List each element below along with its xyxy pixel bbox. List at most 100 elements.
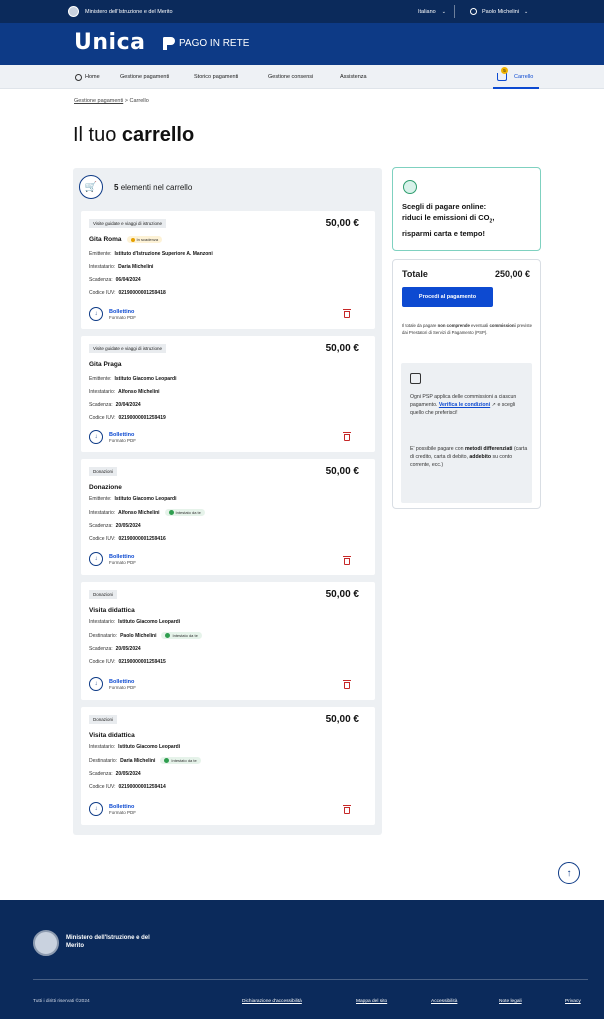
item-holder: Intestatario: Alfonso Michelini Intestato …: [89, 509, 205, 516]
item-amount: 50,00 €: [325, 589, 359, 600]
item-due-date: Scadenza: 06/04/2024: [89, 277, 141, 283]
total-label: Totale: [402, 269, 428, 279]
category-tag: Donazioni: [89, 467, 118, 476]
footer-link-mappa[interactable]: Mappa del sito: [356, 999, 387, 1004]
download-bollettino[interactable]: ↓ Bollettino Formato PDF: [89, 552, 136, 566]
ministry-name: Ministero dell'Istruzione e del Merito: [85, 8, 173, 15]
item-iuv: Codice IUV: 02190000001259414: [89, 784, 166, 790]
owner-badge: Intestato da te: [164, 509, 205, 516]
field-value: 02190000001259418: [118, 290, 166, 296]
footer-link-accessibilita[interactable]: Accessibilità: [431, 999, 457, 1004]
owner-badge: Intestato da te: [161, 632, 202, 639]
footer-link-note-legali[interactable]: Note legali: [499, 999, 522, 1004]
eco-promo-box: Scegli di pagare online: riduci le emiss…: [392, 167, 541, 251]
arrow-up-icon: ↑: [566, 867, 572, 879]
page-title: Il tuo carrello: [73, 124, 194, 147]
field-value: Istituto Giacomo Leopardi: [114, 376, 177, 382]
nav-gestione-consensi[interactable]: Gestione consensi: [268, 65, 313, 89]
item-amount: 50,00 €: [325, 218, 359, 229]
field-label: Codice IUV:: [89, 415, 116, 421]
download-title: Bollettino: [109, 678, 135, 685]
trash-icon[interactable]: [343, 680, 351, 689]
field-value: 20/05/2024: [115, 646, 141, 652]
download-bollettino[interactable]: ↓ Bollettino Formato PDF: [89, 677, 136, 691]
download-bollettino[interactable]: ↓ Bollettino Formato PDF: [89, 430, 136, 444]
footer-link-privacy[interactable]: Privacy: [565, 999, 581, 1004]
item-name-text: Gita Praga: [89, 361, 122, 368]
field-label: Codice IUV:: [89, 290, 116, 296]
promo-line-3: risparmi carta e tempo!: [402, 228, 485, 238]
field-label: Intestatario:: [89, 619, 116, 625]
nav-storico-pagamenti[interactable]: Storico pagamenti: [194, 65, 238, 89]
field-value: 02190000001259419: [118, 415, 166, 421]
methods-text: metodi differenziati: [464, 446, 513, 452]
note-part: eventuali: [471, 323, 489, 328]
user-menu[interactable]: Paolo Michelini ⌄: [470, 0, 528, 23]
field-label: Scadenza:: [89, 771, 113, 777]
language-label: Italiano: [418, 8, 436, 15]
note-part: Il totale da pagare: [402, 323, 437, 328]
breadcrumb-gestione-pagamenti[interactable]: Gestione pagamenti: [74, 98, 123, 104]
nav-home[interactable]: Home: [75, 65, 100, 89]
footer-divider: [33, 979, 588, 980]
page-title-light: Il tuo: [73, 124, 117, 146]
item-name: Gita Roma In scadenza: [89, 236, 163, 243]
divider: [454, 5, 455, 18]
nav-home-label: Home: [85, 74, 100, 80]
nav-gestione-pagamenti[interactable]: Gestione pagamenti: [120, 65, 169, 89]
nav-assistenza[interactable]: Assistenza: [340, 65, 367, 89]
download-bollettino[interactable]: ↓ Bollettino Formato PDF: [89, 802, 136, 816]
unica-logo[interactable]: Unica: [74, 30, 145, 55]
trash-icon[interactable]: [343, 309, 351, 318]
note-part: commissioni: [489, 323, 516, 328]
republic-emblem-icon: [33, 930, 59, 956]
trash-icon[interactable]: [343, 805, 351, 814]
field-label: Codice IUV:: [89, 536, 116, 542]
footer-ministry-name[interactable]: Ministero dell'Istruzione e del Merito: [66, 934, 166, 950]
trash-icon[interactable]: [343, 432, 351, 441]
chevron-down-icon: ⌄: [441, 8, 446, 15]
trash-icon[interactable]: [343, 556, 351, 565]
footer: Ministero dell'Istruzione e del Merito T…: [0, 900, 604, 1019]
owner-badge: Intestato da te: [160, 757, 201, 764]
cart-item: Donazioni 50,00 € Donazione Emittente: Is…: [81, 459, 375, 575]
external-link-icon: ↗: [491, 402, 496, 408]
back-to-top-button[interactable]: ↑: [558, 862, 580, 884]
field-value: 02190000001259416: [118, 536, 166, 542]
download-icon: ↓: [89, 430, 103, 444]
user-name: Paolo Michelini: [482, 8, 519, 15]
verifica-condizioni-link[interactable]: Verifica le condizioni: [439, 402, 490, 408]
field-value: 06/04/2024: [115, 277, 141, 283]
download-bollettino[interactable]: ↓ Bollettino Formato PDF: [89, 307, 136, 321]
field-label: Emittente:: [89, 251, 112, 257]
breadcrumb-current: Carrello: [129, 98, 149, 104]
item-name: Donazione: [89, 484, 122, 491]
field-label: Intestatario:: [89, 264, 116, 270]
pago-in-rete-logo[interactable]: PAGO IN RETE: [163, 37, 249, 50]
item-recipient: Destinatario: Paolo Michelini Intestato da…: [89, 632, 202, 639]
item-name: Gita Praga: [89, 361, 122, 368]
download-title: Bollettino: [109, 431, 135, 438]
field-value: 20/04/2024: [115, 402, 141, 408]
field-value: 02190000001259415: [118, 659, 166, 665]
download-format: Formato PDF: [109, 314, 137, 320]
footer-copyright: Tutti i diritti riservati ©2024: [33, 999, 90, 1004]
item-name-text: Donazione: [89, 484, 122, 491]
field-label: Intestatario:: [89, 744, 116, 750]
download-format: Formato PDF: [109, 559, 137, 565]
item-amount: 50,00 €: [325, 343, 359, 354]
item-iuv: Codice IUV: 02190000001259416: [89, 536, 166, 542]
download-icon: ↓: [89, 307, 103, 321]
cart-header: 🛒 5 elementi nel carrello: [79, 175, 192, 199]
language-selector[interactable]: Italiano ⌄: [418, 0, 446, 23]
download-format: Formato PDF: [109, 437, 137, 443]
category-tag: Visite guidate e viaggi di istruzione: [89, 344, 166, 353]
ministry-header[interactable]: Ministero dell'Istruzione e del Merito: [68, 0, 173, 23]
check-icon: [164, 758, 170, 763]
proceed-payment-button[interactable]: Procedi al pagamento: [402, 287, 493, 307]
item-name: Visita didattica: [89, 607, 135, 614]
item-due-date: Scadenza: 20/05/2024: [89, 646, 141, 652]
download-icon: ↓: [89, 802, 103, 816]
footer-link-dichiarazione[interactable]: Dichiarazione d'accessibilità: [242, 999, 302, 1004]
back-arrow-icon: [75, 73, 82, 81]
